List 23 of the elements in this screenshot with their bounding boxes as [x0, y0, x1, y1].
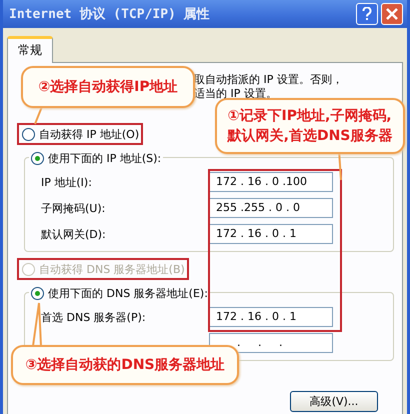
- ip-address-field[interactable]: 172 . 16 . 0 .100: [209, 172, 333, 192]
- field-label: 默认网关(D):: [40, 226, 107, 242]
- help-button[interactable]: [356, 3, 378, 25]
- annotation-tooltip: ③选择自动获的DNS服务器地址: [11, 345, 239, 385]
- tab[interactable]: 常规: [7, 36, 53, 63]
- field-label: 首选 DNS 服务器(P):: [40, 310, 147, 324]
- leader-line: [32, 302, 42, 346]
- annotation-tooltip: ②选择自动获得IP地址: [21, 66, 195, 108]
- field-label: 子网掩码(U):: [40, 200, 106, 216]
- ip-address-field[interactable]: . . .: [209, 333, 333, 353]
- window-title: Internet 协议 (TCP/IP) 属性: [9, 6, 211, 23]
- field-label: IP 地址(I):: [40, 174, 93, 190]
- radio-button[interactable]: 自动获得 IP 地址(O): [22, 125, 140, 143]
- ip-address-field[interactable]: 172 . 16 . 0 . 1: [209, 224, 333, 244]
- advanced-button[interactable]: 高级(V)...: [290, 391, 378, 412]
- ip-address-field[interactable]: 255 .255 . 0 . 0: [209, 198, 333, 218]
- help-icon: [362, 7, 372, 21]
- close-button[interactable]: [381, 3, 403, 25]
- ip-address-field[interactable]: 172 . 16 . 0 . 1: [209, 307, 333, 327]
- radio-button[interactable]: 使用下面的 DNS 服务器地址(E):: [31, 284, 208, 302]
- close-icon: [386, 8, 398, 20]
- radio-button[interactable]: 使用下面的 IP 地址(S):: [31, 149, 162, 167]
- annotation-tooltip: ①记录下IP地址,子网掩码, 默认网关,首选DNS服务器: [215, 98, 405, 154]
